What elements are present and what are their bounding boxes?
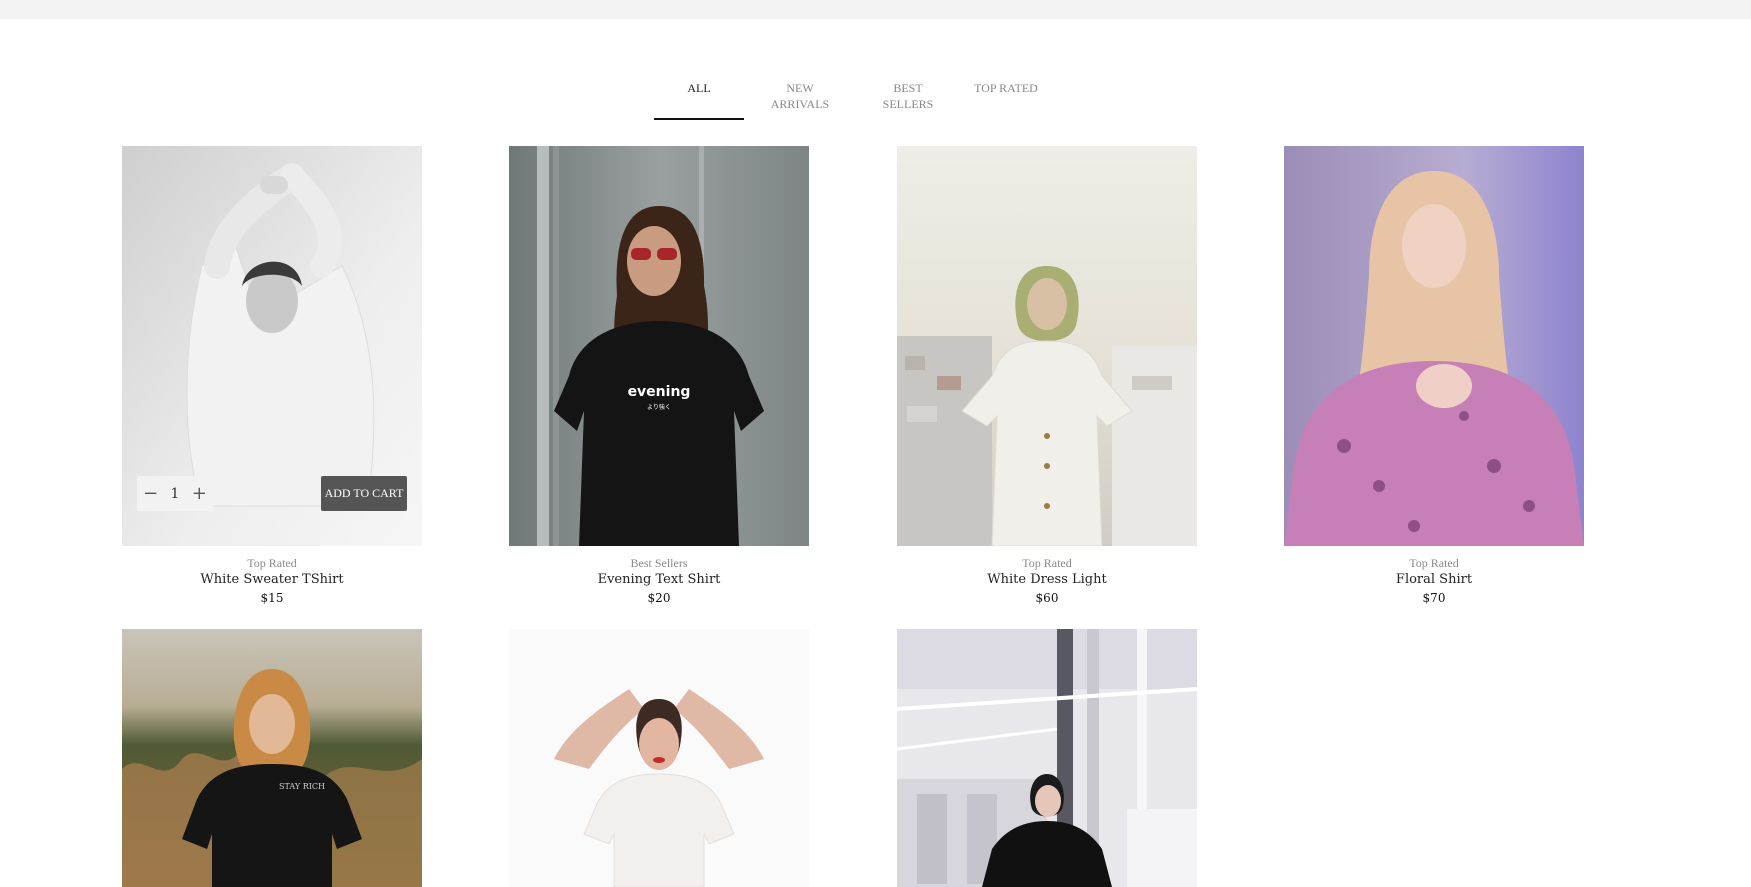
product-image[interactable]: STAY RICH [122, 629, 422, 887]
product-photo-white-tee [509, 629, 809, 887]
product-card[interactable]: Top Rated White Dress Light $60 [897, 146, 1197, 607]
shirt-print-text: STAY RICH [279, 782, 325, 791]
product-card[interactable]: evening より強く Best Sellers Evening Text S… [509, 146, 809, 607]
product-price: $60 [1035, 591, 1059, 605]
tab-new-arrivals-label: NEW ARRIVALS [770, 81, 830, 111]
tab-new-arrivals[interactable]: NEW ARRIVALS [758, 80, 842, 120]
top-bar [0, 0, 1751, 19]
tab-top-rated[interactable]: TOP RATED [972, 80, 1040, 120]
tab-all-label: ALL [687, 81, 711, 95]
product-name[interactable]: White Sweater TShirt [122, 571, 422, 589]
product-card[interactable]: STAY RICH [122, 629, 422, 887]
minus-icon[interactable]: − [143, 483, 158, 504]
product-photo-black-blazer [897, 629, 1197, 887]
product-category: Top Rated [1022, 556, 1072, 570]
plus-icon[interactable]: + [192, 483, 207, 504]
product-name[interactable]: White Dress Light [897, 571, 1197, 589]
tab-best-sellers-label: BEST SELLERS [882, 81, 934, 111]
product-image[interactable] [897, 629, 1197, 887]
product-image[interactable] [509, 629, 809, 887]
product-card[interactable]: Top Rated Floral Shirt $70 [1284, 146, 1584, 607]
product-image[interactable]: evening より強く [509, 146, 809, 546]
product-filter-tabs: ALL NEW ARRIVALS BEST SELLERS TOP RATED [0, 80, 1751, 120]
product-meta: Top Rated Floral Shirt $70 [1284, 546, 1584, 607]
product-name[interactable]: Floral Shirt [1284, 571, 1584, 589]
tab-top-rated-label: TOP RATED [974, 81, 1038, 95]
product-price: $70 [1422, 591, 1446, 605]
product-price: $20 [647, 591, 671, 605]
tab-all[interactable]: ALL [654, 80, 744, 120]
product-meta: Top Rated White Sweater TShirt $15 [122, 546, 422, 607]
product-category: Top Rated [247, 556, 297, 570]
product-photo-evening-shirt: evening より強く [509, 146, 809, 546]
product-name[interactable]: Evening Text Shirt [509, 571, 809, 589]
product-meta: Top Rated White Dress Light $60 [897, 546, 1197, 607]
active-tab-underline [654, 118, 744, 120]
product-card[interactable]: − 1 + ADD TO CART Top Rated White Sweate… [122, 146, 422, 607]
add-to-cart-button[interactable]: ADD TO CART [321, 476, 407, 511]
shirt-print-text: evening [628, 384, 691, 400]
product-image[interactable] [897, 146, 1197, 546]
product-category: Top Rated [1409, 556, 1459, 570]
quantity-value: 1 [170, 485, 180, 502]
tab-best-sellers[interactable]: BEST SELLERS [868, 80, 948, 120]
product-category: Best Sellers [630, 556, 688, 570]
product-photo-stay-rich-tee: STAY RICH [122, 629, 422, 887]
shirt-print-subtext: より強く [647, 403, 671, 411]
product-photo-floral-shirt [1284, 146, 1584, 546]
product-meta: Best Sellers Evening Text Shirt $20 [509, 546, 809, 607]
product-price: $15 [260, 591, 284, 605]
product-image[interactable] [1284, 146, 1584, 546]
product-card[interactable] [897, 629, 1197, 887]
quantity-stepper[interactable]: − 1 + [137, 476, 213, 511]
product-photo-white-dress [897, 146, 1197, 546]
product-card[interactable] [509, 629, 809, 887]
product-image[interactable]: − 1 + ADD TO CART [122, 146, 422, 546]
